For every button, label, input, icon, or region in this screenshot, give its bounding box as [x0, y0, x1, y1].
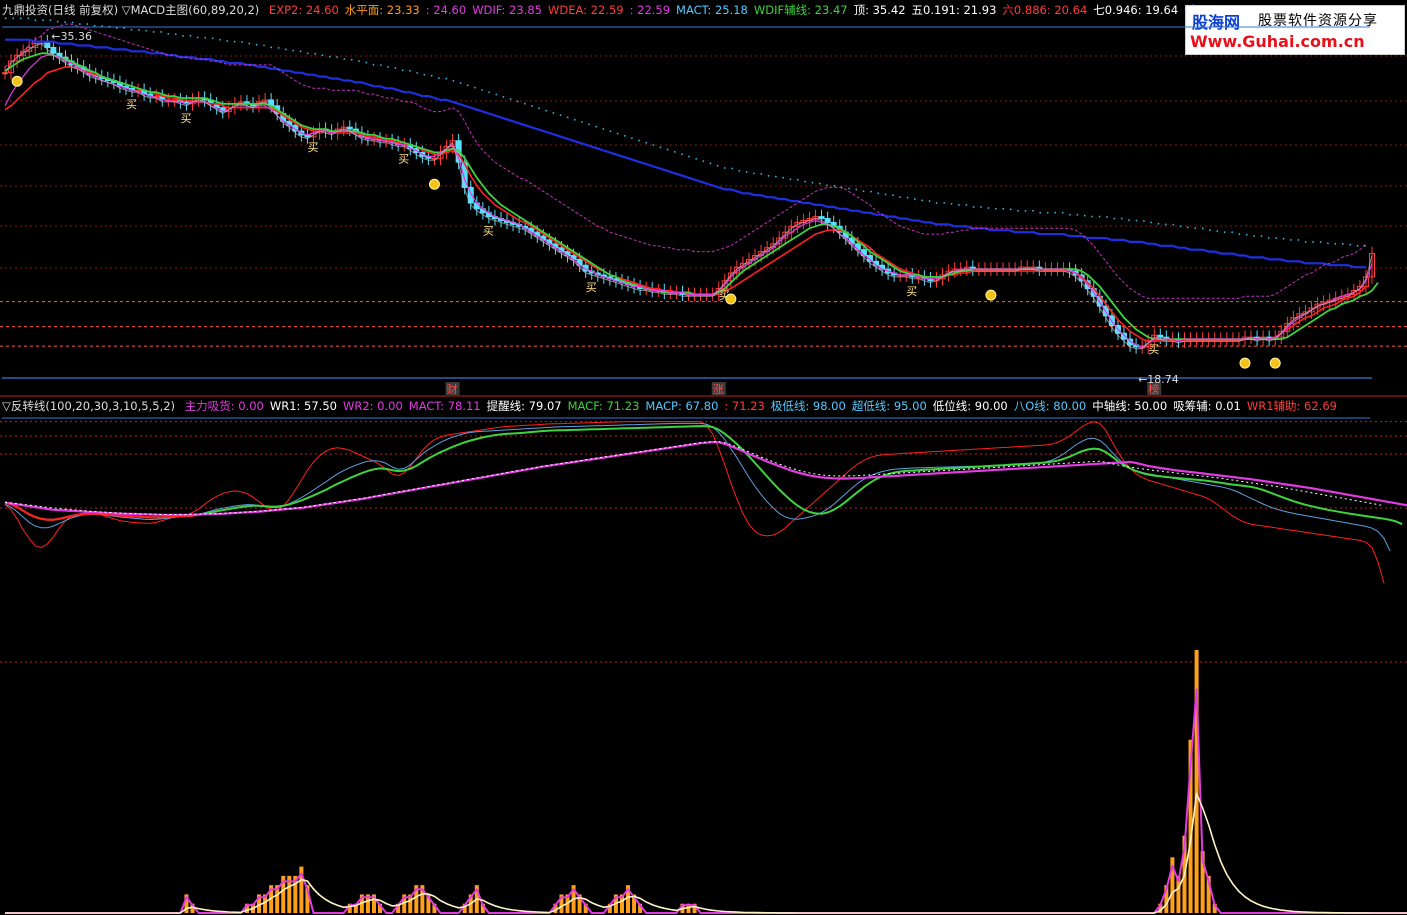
gold-signal-dot [725, 293, 737, 305]
low-price-label: ←18.74 [1138, 373, 1179, 386]
gold-signal-dot [1239, 357, 1251, 369]
candle-body [1030, 266, 1037, 269]
dotted-top-line [5, 17, 1366, 247]
buy-signal-label: 买 [586, 281, 597, 294]
wr1-line [4, 421, 1385, 584]
candle-body [1157, 334, 1164, 338]
event-marker-text: 涨 [713, 383, 724, 396]
candle-body [50, 46, 57, 54]
close-line [4, 43, 1373, 350]
high-price-label: ←35.36 [51, 30, 92, 43]
buy-signal-label: 买 [180, 112, 191, 125]
buy-signal-label: 买 [483, 225, 494, 238]
wdea-dashed-line [4, 23, 1367, 299]
gold-signal-dot [1269, 357, 1281, 369]
gold-signal-dot [985, 289, 997, 301]
stock-chart-window: 九鼎投资(日线 前复权) ▽MACD主图(60,89,20,2) EXP2: 2… [0, 0, 1407, 915]
candle-body [1024, 266, 1031, 269]
mact-line [5, 38, 1366, 269]
macf-red-line [4, 501, 199, 521]
buy-signal-label: 买 [307, 141, 318, 154]
buy-signal-label: 买 [126, 98, 137, 111]
wdea-line [4, 66, 1367, 342]
gold-signal-dot [428, 178, 440, 190]
buy-signal-label: 买 [1148, 343, 1159, 356]
candle-body [346, 126, 353, 130]
gold-signal-dot [11, 75, 23, 87]
mact-sub-line [4, 441, 1407, 516]
candle-body [818, 216, 825, 220]
buy-signal-label: 买 [398, 153, 409, 166]
event-marker-text: 财 [447, 382, 458, 396]
candle-body [2, 72, 8, 75]
chart-canvas[interactable]: 买买买买买买买 买买财涨榜←35.36←18.74 [0, 0, 1407, 915]
buy-signal-label: 买 [906, 285, 917, 298]
candle-body [824, 218, 831, 223]
